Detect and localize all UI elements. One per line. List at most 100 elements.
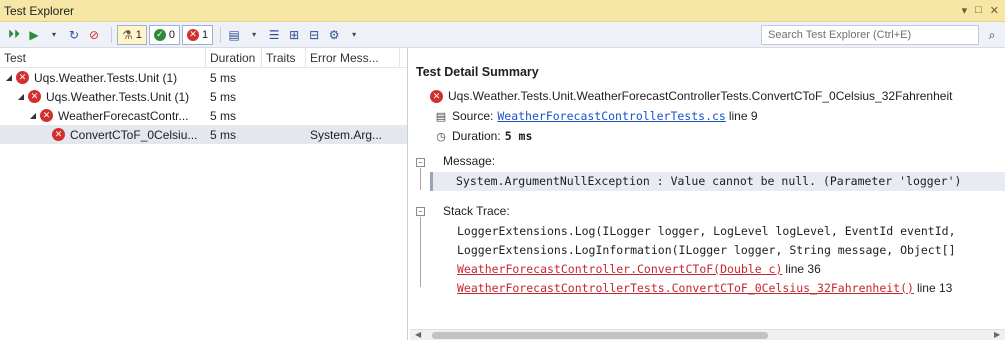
stack-frame-line: line 36: [785, 262, 821, 276]
close-icon[interactable]: ✕: [990, 4, 999, 17]
filter-passed-button[interactable]: ✓ 0: [148, 24, 181, 45]
collapse-all-icon[interactable]: ⊟: [306, 25, 322, 45]
tree-row-traits: [262, 68, 306, 87]
passed-icon: ✓: [153, 28, 166, 41]
message-label: Message:: [443, 154, 496, 168]
stack-frame[interactable]: WeatherForecastControllerTests.ConvertCT…: [457, 281, 952, 295]
tree-row-error: [306, 68, 400, 87]
expand-caret-icon[interactable]: ◢: [28, 111, 38, 120]
tree-row[interactable]: ✕ ConvertCToF_0Celsiu... 5 ms System.Arg...: [0, 125, 407, 144]
tree-row[interactable]: ◢ ✕ Uqs.Weather.Tests.Unit (1) 5 ms: [0, 87, 407, 106]
detail-source-line: ▤ Source: WeatherForecastControllerTests…: [434, 109, 758, 123]
filter-passed-count: 0: [168, 28, 176, 41]
duration-value: 5 ms: [504, 129, 533, 143]
tree-row-duration: 5 ms: [210, 127, 237, 142]
tree-row[interactable]: ◢ ✕ WeatherForecastContr... 5 ms: [0, 106, 407, 125]
failed-icon: ✕: [430, 89, 443, 103]
detail-heading: Test Detail Summary: [416, 65, 539, 79]
tree-row-error: System.Arg...: [310, 127, 383, 142]
group-dropdown-icon[interactable]: ▾: [246, 25, 262, 45]
column-duration[interactable]: Duration: [206, 48, 262, 67]
scrollbar-thumb[interactable]: [432, 332, 768, 339]
failed-icon: ✕: [40, 109, 53, 122]
flask-icon: ⚗: [122, 27, 133, 42]
tree-row-label: WeatherForecastContr...: [58, 108, 189, 123]
stack-frame: LoggerExtensions.LogInformation(ILogger …: [457, 243, 956, 257]
source-label: Source:: [452, 109, 494, 123]
tree-row-name: ✕ ConvertCToF_0Celsiu...: [0, 125, 206, 144]
filter-total-button[interactable]: ⚗ 1: [117, 24, 147, 45]
group-by-icon[interactable]: ▤: [226, 25, 242, 45]
run-all-icon[interactable]: ⏵⏵: [6, 25, 22, 45]
source-file-icon: ▤: [435, 110, 447, 123]
column-test[interactable]: Test: [0, 48, 206, 67]
stack-frame-text[interactable]: WeatherForecastControllerTests.ConvertCT…: [457, 281, 914, 295]
refresh-icon[interactable]: ↻: [66, 25, 82, 45]
maximize-icon[interactable]: □: [975, 4, 982, 17]
tree-row-error: [306, 106, 400, 125]
tree-row-label: ConvertCToF_0Celsiu...: [70, 127, 198, 142]
run-icon[interactable]: ▶: [26, 25, 42, 45]
filter-failed-button[interactable]: ✕ 1: [182, 24, 214, 45]
search-icon[interactable]: ⌕: [982, 25, 1002, 45]
tree-row-traits: [262, 106, 306, 125]
cancel-run-icon[interactable]: ⊘: [86, 25, 102, 45]
settings-dropdown-icon[interactable]: ▾: [346, 25, 362, 45]
search-input[interactable]: Search Test Explorer (Ctrl+E): [761, 25, 979, 45]
search-placeholder: Search Test Explorer (Ctrl+E): [768, 29, 912, 41]
column-error-message[interactable]: Error Mess...: [306, 48, 400, 67]
clock-icon: ◷: [436, 130, 446, 143]
tree-row-label: Uqs.Weather.Tests.Unit (1): [34, 70, 178, 85]
expand-all-icon[interactable]: ⊞: [286, 25, 302, 45]
column-traits[interactable]: Traits: [262, 48, 306, 67]
stack-frame[interactable]: WeatherForecastController.ConvertCToF(Do…: [457, 262, 821, 276]
tree-row[interactable]: ◢ ✕ Uqs.Weather.Tests.Unit (1) 5 ms: [0, 68, 407, 87]
detail-horizontal-scrollbar[interactable]: ◀ ▶: [410, 329, 1005, 340]
detail-test-name-line: ✕ Uqs.Weather.Tests.Unit.WeatherForecast…: [430, 89, 952, 103]
stack-frame-text: LoggerExtensions.Log(ILogger logger, Log…: [457, 224, 956, 238]
message-guide-line: [420, 168, 421, 190]
source-file-link[interactable]: WeatherForecastControllerTests.cs: [497, 109, 725, 123]
stack-frame-line: line 13: [916, 281, 953, 295]
scroll-right-icon[interactable]: ▶: [994, 330, 1000, 339]
failed-icon: ✕: [52, 128, 65, 141]
failed-icon: ✕: [16, 71, 29, 84]
test-tree: ◢ ✕ Uqs.Weather.Tests.Unit (1) 5 ms ◢ ✕ Uqs.We…: [0, 68, 407, 144]
tree-row-traits: [262, 125, 306, 144]
stack-label: Stack Trace:: [443, 204, 510, 218]
stack-collapse-toggle[interactable]: −: [416, 207, 425, 216]
settings-gear-icon[interactable]: ⚙: [326, 25, 342, 45]
window-controls: ▾ □ ✕: [962, 4, 1005, 17]
detail-duration-line: ◷ Duration: 5 ms: [434, 129, 532, 143]
dropdown-icon[interactable]: ▾: [962, 4, 968, 17]
stack-frame-text: LoggerExtensions.LogInformation(ILogger …: [457, 243, 956, 257]
hierarchy-icon[interactable]: ☰: [266, 25, 282, 45]
tree-row-name: ◢ ✕ Uqs.Weather.Tests.Unit (1): [0, 68, 206, 87]
stack-guide-line: [420, 217, 421, 287]
duration-label: Duration:: [452, 129, 501, 143]
filter-failed-count: 1: [202, 28, 209, 41]
detail-full-name: Uqs.Weather.Tests.Unit.WeatherForecastCo…: [448, 89, 953, 103]
source-line-number: line 9: [728, 109, 758, 123]
toolbar-separator: [220, 26, 222, 43]
expand-caret-icon[interactable]: ◢: [16, 92, 26, 101]
tree-row-label: Uqs.Weather.Tests.Unit (1): [46, 89, 190, 104]
title-bar: Test Explorer ▾ □ ✕: [0, 0, 1005, 22]
tree-row-error: [306, 87, 400, 106]
tree-row-duration: 5 ms: [210, 70, 237, 85]
scroll-left-icon[interactable]: ◀: [415, 330, 421, 339]
tree-row-duration: 5 ms: [210, 108, 237, 123]
toolbar-separator: [111, 26, 112, 43]
failed-icon: ✕: [187, 28, 200, 41]
stack-frame-text[interactable]: WeatherForecastController.ConvertCToF(Do…: [457, 262, 782, 276]
window-title: Test Explorer: [4, 3, 75, 18]
column-header: Test Duration Traits Error Mess...: [0, 48, 407, 68]
test-tree-panel: Test Duration Traits Error Mess... ◢ ✕ Uqs…: [0, 48, 408, 340]
message-collapse-toggle[interactable]: −: [416, 158, 425, 167]
message-text: System.ArgumentNullException : Value can…: [456, 174, 962, 188]
filter-total-count: 1: [135, 28, 142, 41]
tree-row-traits: [262, 87, 306, 106]
expand-caret-icon[interactable]: ◢: [4, 73, 14, 82]
toolbar: ⏵⏵ ▶ ▾ ↻ ⊘ ⚗ 1 ✓ 0 ✕ 1 ▤ ▾ ☰ ⊞ ⊟ ⚙ ▾ Sea…: [0, 22, 1005, 48]
run-dropdown-icon[interactable]: ▾: [46, 25, 62, 45]
